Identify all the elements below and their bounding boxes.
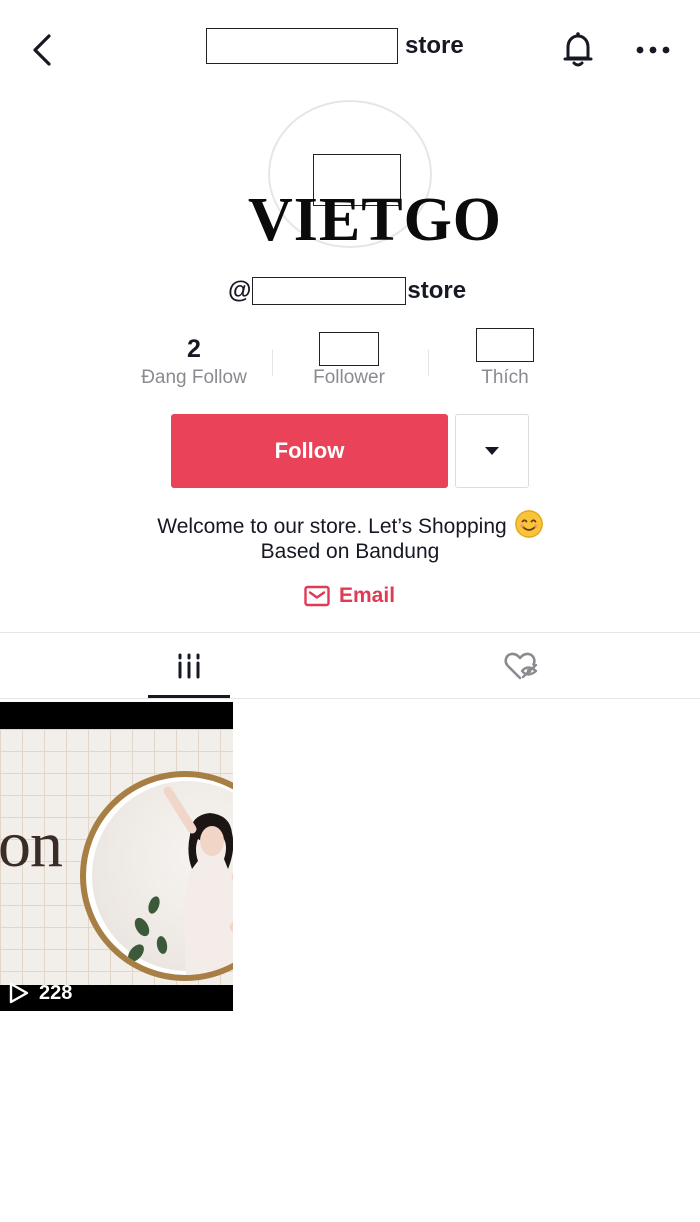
tab-videos[interactable] — [0, 633, 378, 698]
bio-line-2: Based on Bandung — [260, 540, 440, 563]
mail-icon — [304, 585, 330, 607]
follow-button[interactable]: Follow — [171, 414, 448, 488]
stat-following[interactable]: 2 Đang Follow — [116, 332, 272, 389]
tab-liked[interactable] — [344, 633, 700, 698]
heart-eye-off-icon — [504, 652, 538, 679]
video-thumbnail: on — [0, 729, 233, 985]
stat-likes-value-area — [427, 328, 583, 362]
video-tile[interactable]: on 228 — [0, 702, 233, 1011]
email-label: Email — [339, 584, 396, 607]
play-outline-icon — [9, 982, 29, 1004]
chevron-left-icon — [33, 34, 51, 66]
notification-bell-button[interactable] — [558, 28, 598, 72]
redacted-handle-box — [252, 277, 407, 305]
email-link[interactable]: Email — [304, 582, 395, 610]
page-title-suffix: store — [405, 32, 464, 59]
bio-line-1: Welcome to our store. Let’s Shopping — [0, 510, 700, 539]
model-photo-graphic — [128, 786, 233, 975]
video-view-count: 228 — [8, 980, 72, 1006]
redacted-followers-box — [319, 332, 379, 366]
stat-followers-label: Follower — [313, 367, 385, 388]
tabs-divider-bottom — [0, 698, 700, 699]
bio-text-1: Welcome to our store. Let’s Shopping — [157, 515, 507, 538]
stat-following-label: Đang Follow — [141, 367, 247, 388]
bell-icon — [563, 32, 593, 67]
redacted-username-box — [206, 28, 398, 64]
smiling-face-emoji-icon — [514, 510, 543, 538]
avatar-logo-text: VIETGO — [247, 186, 503, 254]
more-options-button[interactable] — [632, 28, 674, 72]
more-horizontal-icon — [636, 46, 670, 54]
handle-suffix: store — [407, 277, 467, 304]
thumbnail-ring-frame — [80, 771, 233, 981]
stat-likes[interactable]: Thích — [427, 328, 583, 389]
stat-following-value: 2 — [187, 334, 201, 363]
caret-down-icon — [485, 447, 499, 455]
redacted-likes-box — [476, 328, 534, 362]
suggested-accounts-dropdown-button[interactable] — [455, 414, 529, 488]
handle-at-sign: @ — [228, 277, 252, 304]
page-title: store — [206, 28, 464, 64]
stat-likes-label: Thích — [481, 367, 529, 388]
stat-followers[interactable]: Follower — [271, 332, 427, 389]
profile-handle: @ store — [228, 276, 466, 306]
stat-followers-value-area — [271, 332, 427, 366]
back-button[interactable] — [22, 28, 62, 72]
grid-lines-icon — [178, 653, 200, 678]
thumbnail-text: on — [0, 808, 63, 881]
view-count-text: 228 — [39, 981, 73, 1004]
